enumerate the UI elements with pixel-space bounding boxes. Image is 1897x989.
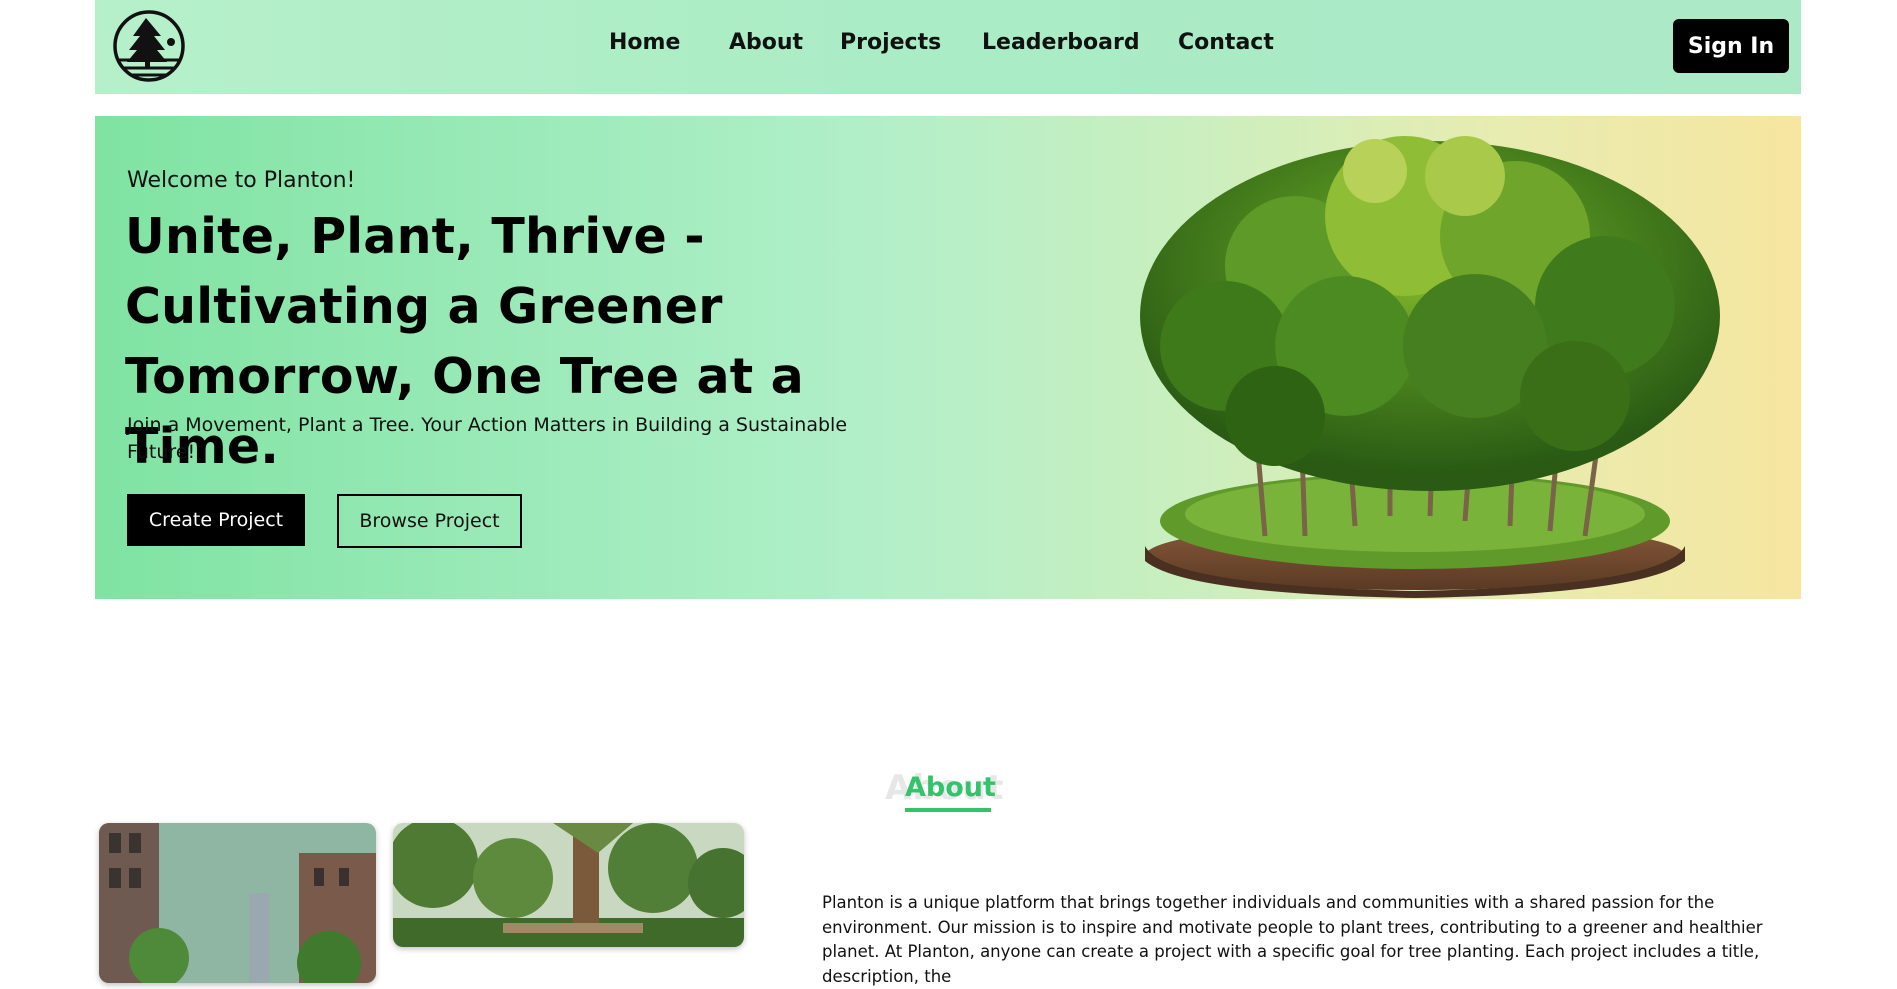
hero-section: Welcome to Planton! Unite, Plant, Thrive… <box>95 116 1801 599</box>
about-heading: About About <box>880 768 1040 818</box>
tree-island-image <box>1140 136 1720 598</box>
create-project-button[interactable]: Create Project <box>127 494 305 546</box>
nav-about[interactable]: About <box>729 30 803 55</box>
about-heading-text: About <box>905 772 996 803</box>
city-street-trees-image <box>99 823 376 983</box>
hero-subtitle: Join a Movement, Plant a Tree. Your Acti… <box>127 414 848 463</box>
nav-home[interactable]: Home <box>609 30 680 55</box>
nav-contact[interactable]: Contact <box>1178 30 1274 55</box>
nav-links: Home About Projects Leaderboard Contact <box>95 0 1801 94</box>
nav-leaderboard[interactable]: Leaderboard <box>982 30 1140 55</box>
about-description: Planton is a unique platform that brings… <box>822 893 1763 986</box>
browse-project-button[interactable]: Browse Project <box>337 494 522 548</box>
about-underline <box>905 808 991 812</box>
hero-welcome-text: Welcome to Planton! <box>127 168 356 193</box>
sign-in-button[interactable]: Sign In <box>1673 19 1789 73</box>
nav-projects[interactable]: Projects <box>840 30 941 55</box>
forest-trees-image <box>393 823 744 947</box>
top-navbar: Home About Projects Leaderboard Contact … <box>95 0 1801 94</box>
